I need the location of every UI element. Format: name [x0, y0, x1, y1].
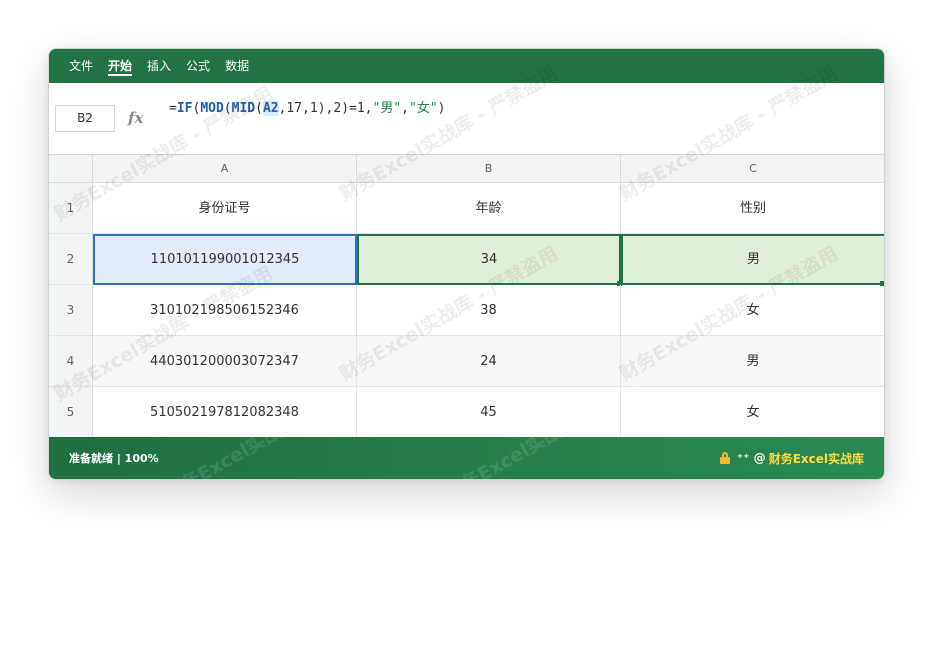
formula-str-male: "男" [372, 101, 402, 116]
row-header-1[interactable]: 1 [49, 183, 93, 234]
brand-credit: ⁺⁺ @ 财务Excel实战库 [719, 450, 864, 467]
menu-home[interactable]: 开始 [108, 49, 133, 83]
menu-formulas[interactable]: 公式 [186, 49, 210, 83]
formula-ref-a2: A2 [262, 101, 279, 116]
menu-file[interactable]: 文件 [69, 49, 93, 83]
cell-b2[interactable]: 34 [357, 234, 621, 285]
cell-a2[interactable]: 110101199001012345 [93, 234, 357, 285]
cell-c2[interactable]: 男 [621, 234, 884, 285]
sheet-grid: A B C 1 2 3 4 5 身份证号 年龄 性别 1101011990010… [49, 155, 884, 439]
formula-paren: ( [255, 101, 263, 116]
cell-a1[interactable]: 身份证号 [93, 183, 357, 234]
brand-name: 财务Excel实战库 [768, 451, 864, 466]
formula-close: ) [437, 101, 446, 116]
menu-data[interactable]: 数据 [225, 49, 249, 83]
formula-args: ,17,1),2)=1, [278, 101, 373, 116]
cell-b1[interactable]: 年龄 [357, 183, 621, 234]
row-header-5[interactable]: 5 [49, 387, 93, 438]
spreadsheet-window: 文件 开始 插入 公式 数据 B2 fx =IF(MOD(MID(A2,17,1… [48, 48, 885, 480]
formula-eq: = [169, 101, 177, 116]
cell-c3[interactable]: 女 [621, 285, 884, 336]
formula-str-female: "女" [409, 101, 438, 116]
credit-glyph: ⁺⁺ @ [736, 451, 766, 465]
formula-bar: B2 fx =IF(MOD(MID(A2,17,1),2)=1,"男","女") [49, 83, 884, 155]
column-header-a[interactable]: A [93, 155, 357, 183]
cell-a4[interactable]: 440301200003072347 [93, 336, 357, 387]
formula-fn-if: IF [176, 101, 193, 116]
status-bar: 准备就绪 | 100% ⁺⁺ @ 财务Excel实战库 [49, 437, 884, 479]
formula-paren: ( [223, 101, 232, 116]
formula-fn-mod: MOD [200, 101, 224, 116]
menu-insert[interactable]: 插入 [147, 49, 171, 83]
column-header-b[interactable]: B [357, 155, 621, 183]
cell-a3[interactable]: 310102198506152346 [93, 285, 357, 336]
column-header-c[interactable]: C [621, 155, 884, 183]
formula-fn-mid: MID [231, 101, 256, 116]
status-text: 准备就绪 | 100% [69, 452, 159, 465]
name-box[interactable]: B2 [55, 105, 115, 132]
formula-comma: , [401, 101, 409, 116]
cell-c1[interactable]: 性别 [621, 183, 884, 234]
formula-input[interactable]: =IF(MOD(MID(A2,17,1),2)=1,"男","女") [169, 97, 445, 116]
cell-a5[interactable]: 510502197812082348 [93, 387, 357, 438]
select-all-corner[interactable] [49, 155, 93, 183]
cell-c5[interactable]: 女 [621, 387, 884, 438]
cell-b4[interactable]: 24 [357, 336, 621, 387]
cell-c4[interactable]: 男 [621, 336, 884, 387]
cell-b5[interactable]: 45 [357, 387, 621, 438]
fx-icon[interactable]: fx [128, 109, 143, 127]
menu-bar: 文件 开始 插入 公式 数据 [49, 49, 884, 83]
lock-icon [719, 452, 730, 464]
row-header-4[interactable]: 4 [49, 336, 93, 387]
cell-b3[interactable]: 38 [357, 285, 621, 336]
row-header-2[interactable]: 2 [49, 234, 93, 285]
row-header-3[interactable]: 3 [49, 285, 93, 336]
